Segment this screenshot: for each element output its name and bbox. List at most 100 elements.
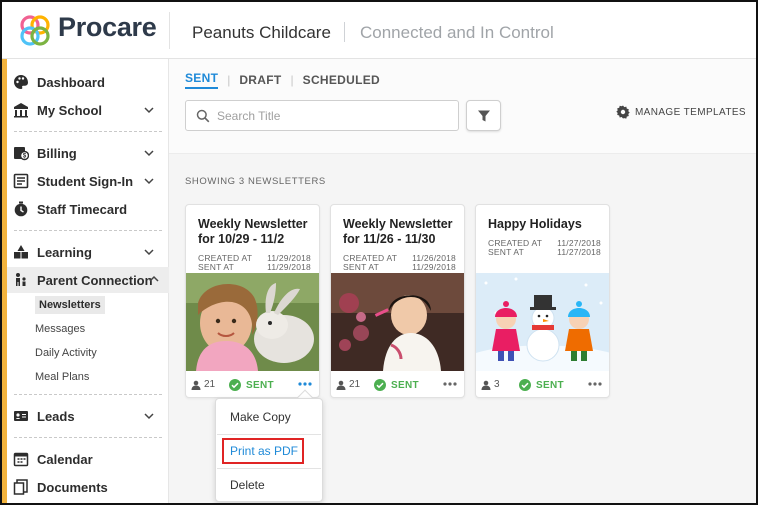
sent-date: 11/27/2018: [557, 247, 601, 257]
tab-separator: |: [290, 73, 294, 87]
status-label: SENT: [391, 379, 419, 391]
chevron-down-icon: [144, 413, 154, 420]
timecard-icon: [12, 200, 30, 218]
more-options-button[interactable]: [585, 375, 605, 393]
toolbar: SENT | DRAFT | SCHEDULED MANAGE TEMPLATE…: [169, 59, 756, 154]
sidebar-item-label: Calendar: [37, 451, 93, 467]
sent-date: 11/29/2018: [267, 262, 311, 272]
palette-icon: [12, 73, 30, 91]
check-circle-icon: [229, 379, 241, 391]
sidebar-divider: [14, 131, 162, 132]
more-dots-icon: [298, 382, 312, 386]
sidebar-item-calendar[interactable]: Calendar: [12, 447, 164, 471]
header-separator: [344, 22, 345, 42]
delete-menu-item[interactable]: Delete: [230, 478, 265, 492]
calendar-icon: [12, 450, 30, 468]
chevron-down-icon: [144, 107, 154, 114]
card-title: Weekly Newsletter for 10/29 - 11/2: [198, 217, 308, 246]
menu-divider: [217, 468, 321, 469]
sent-label: SENT AT: [343, 262, 380, 272]
status-badge: SENT: [374, 379, 419, 391]
recipients-value: 21: [204, 379, 216, 390]
search-input[interactable]: [217, 107, 447, 125]
procare-logo-icon[interactable]: [18, 14, 52, 48]
blocks-icon: [12, 243, 30, 261]
billing-icon: $: [12, 144, 30, 162]
sent-label: SENT AT: [198, 262, 235, 272]
sidebar-item-learning[interactable]: Learning: [12, 240, 164, 264]
sidebar-subitem-daily-activity[interactable]: Daily Activity: [35, 344, 97, 362]
girl-with-bunny-image: [186, 273, 319, 371]
newsletter-card[interactable]: Weekly Newsletter for 11/26 - 11/30 CREA…: [330, 204, 465, 398]
sidebar-subitem-messages[interactable]: Messages: [35, 320, 85, 338]
tab-scheduled[interactable]: SCHEDULED: [303, 73, 380, 87]
id-card-icon: [12, 407, 30, 425]
recipients-count: 21: [191, 379, 215, 390]
newsletter-card[interactable]: Weekly Newsletter for 10/29 - 11/2 CREAT…: [185, 204, 320, 398]
sidebar-item-billing[interactable]: $ Billing: [12, 141, 164, 165]
sidebar-item-staff-timecard[interactable]: Staff Timecard: [12, 197, 164, 221]
status-badge: SENT: [519, 379, 564, 391]
gear-icon: [616, 105, 630, 119]
family-icon: [12, 271, 30, 289]
checklist-icon: [12, 172, 30, 190]
tab-sent[interactable]: SENT: [185, 71, 219, 89]
card-sent-row: SENT AT 11/27/2018: [488, 247, 601, 257]
sidebar-item-label: Student Sign-In: [37, 173, 134, 189]
recipients-count: 21: [336, 379, 360, 390]
sidebar-item-leads[interactable]: Leads: [12, 404, 164, 428]
card-sent-row: SENT AT 11/29/2018: [343, 262, 456, 272]
filter-button[interactable]: [466, 100, 501, 131]
tab-draft[interactable]: DRAFT: [239, 73, 281, 87]
chevron-down-icon: [144, 249, 154, 256]
documents-icon: [12, 478, 30, 496]
sidebar-item-label: Learning: [37, 244, 92, 260]
chevron-down-icon: [144, 178, 154, 185]
sidebar-item-label: Documents: [37, 479, 108, 495]
recipients-value: 21: [349, 379, 361, 390]
sidebar-item-label: Staff Timecard: [37, 201, 128, 217]
tab-bar: SENT | DRAFT | SCHEDULED: [185, 71, 380, 89]
more-dots-icon: [588, 382, 602, 386]
status-label: SENT: [536, 379, 564, 391]
sidebar-divider: [14, 394, 162, 395]
newsletter-card[interactable]: Happy Holidays CREATED AT 11/27/2018 SENT…: [475, 204, 610, 398]
girl-blowing-bubbles-image: [331, 273, 464, 371]
sent-label: SENT AT: [488, 247, 525, 257]
holiday-snowman-image: [476, 273, 609, 371]
card-footer: 3 SENT: [476, 371, 609, 397]
manage-templates-link[interactable]: MANAGE TEMPLATES: [616, 105, 746, 119]
sidebar-item-dashboard[interactable]: Dashboard: [12, 70, 164, 94]
card-title: Happy Holidays: [488, 217, 582, 231]
recipients-value: 3: [494, 379, 500, 390]
status-badge: SENT: [229, 379, 274, 391]
sidebar-item-student-sign-in[interactable]: Student Sign-In: [12, 169, 164, 193]
newsletter-count: SHOWING 3 NEWSLETTERS: [185, 176, 326, 187]
school-icon: [12, 101, 30, 119]
make-copy-menu-item[interactable]: Make Copy: [230, 410, 291, 424]
header-tagline: Connected and In Control: [360, 23, 554, 42]
sidebar-item-documents[interactable]: Documents: [12, 475, 164, 499]
search-box: [185, 100, 459, 131]
check-circle-icon: [519, 379, 531, 391]
sidebar-item-label: Leads: [37, 408, 75, 424]
sidebar-divider: [14, 230, 162, 231]
card-title: Weekly Newsletter for 11/26 - 11/30: [343, 217, 453, 246]
more-options-button[interactable]: [440, 375, 460, 393]
card-footer: 21 SENT: [331, 371, 464, 397]
card-sent-row: SENT AT 11/29/2018: [198, 262, 311, 272]
more-dots-icon: [443, 382, 457, 386]
sent-date: 11/29/2018: [412, 262, 456, 272]
sidebar-item-label: Billing: [37, 145, 77, 161]
user-icon: [191, 380, 201, 390]
tab-separator: |: [227, 73, 231, 87]
brand-name: Procare: [58, 12, 157, 42]
recipients-count: 3: [481, 379, 500, 390]
sidebar-item-parent-connection[interactable]: Parent Connection: [7, 267, 169, 293]
menu-divider: [217, 434, 321, 435]
sidebar-subitem-meal-plans[interactable]: Meal Plans: [35, 368, 89, 386]
sidebar-item-label: Parent Connection: [37, 272, 153, 288]
manage-templates-label: MANAGE TEMPLATES: [634, 106, 746, 118]
sidebar-subitem-newsletters[interactable]: Newsletters: [35, 296, 105, 314]
sidebar-item-my-school[interactable]: My School: [12, 98, 164, 122]
